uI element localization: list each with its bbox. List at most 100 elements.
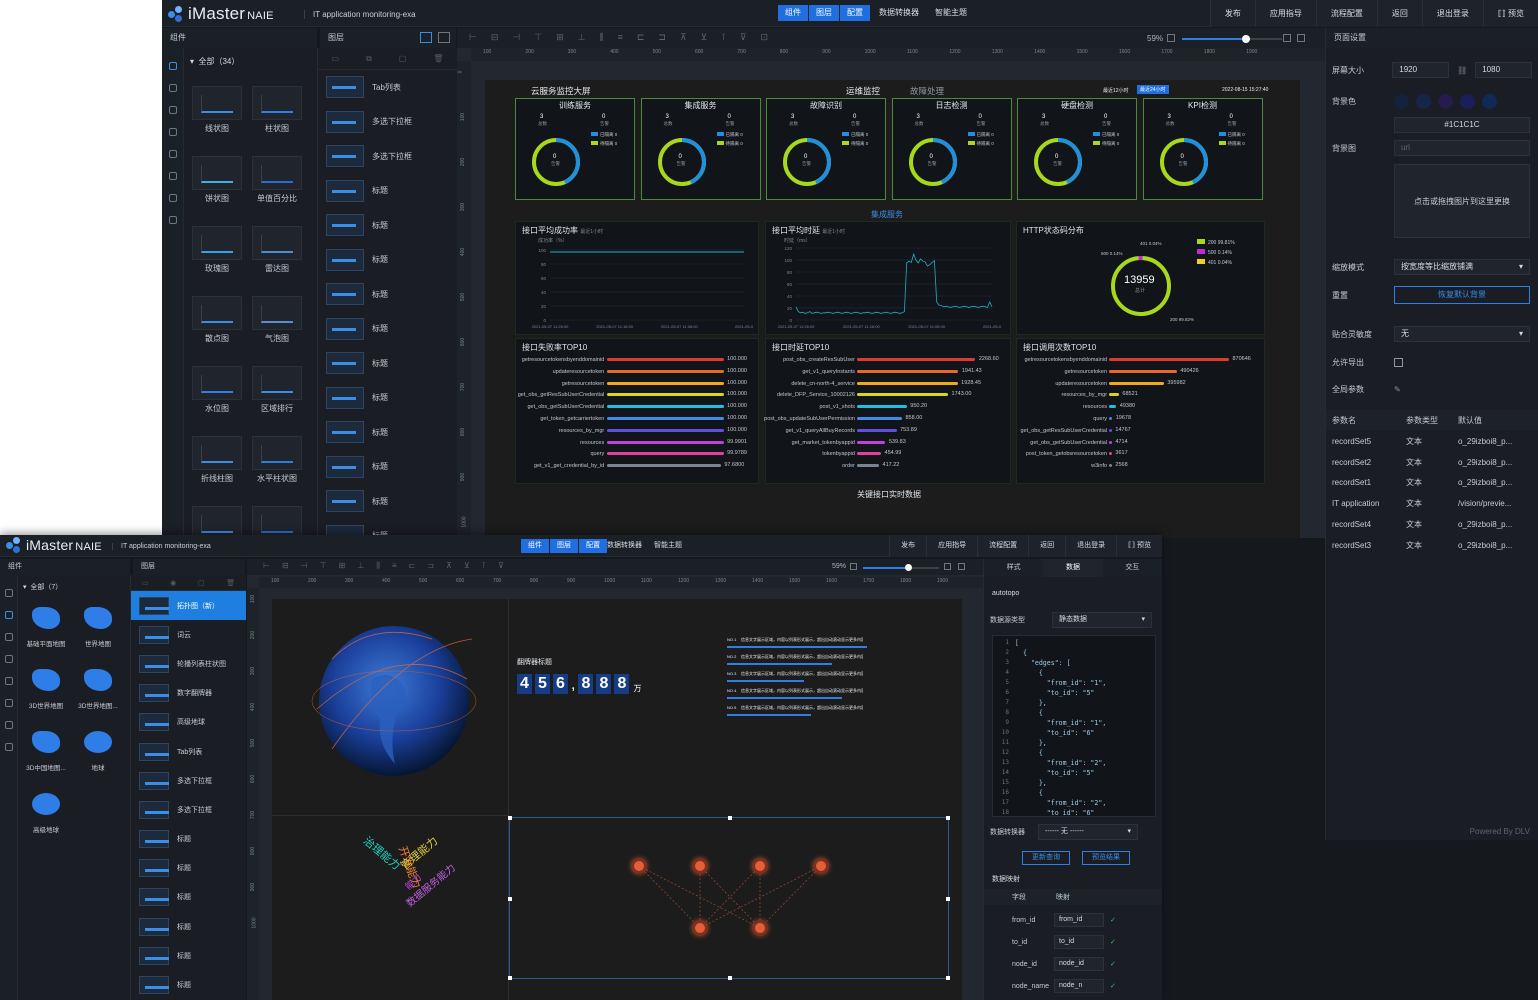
range-24h[interactable]: 最近24小时: [1137, 85, 1169, 94]
lock-icon[interactable]: ▢: [198, 579, 205, 587]
distribute-v-icon[interactable]: ≡: [392, 561, 397, 571]
all-components-toggle[interactable]: ▾ 全部（7）: [23, 582, 62, 592]
height-input[interactable]: 1080: [1475, 62, 1532, 78]
layer-item[interactable]: 标题: [318, 174, 457, 209]
align-bottom-icon[interactable]: ⊥: [578, 32, 586, 43]
mapping-select[interactable]: from_id: [1054, 913, 1104, 927]
component-item[interactable]: 区域排行: [247, 362, 307, 424]
reset-bg-button[interactable]: 恢复默认背景: [1394, 286, 1530, 304]
network-category-icon[interactable]: [4, 677, 13, 685]
zoom-in-icon[interactable]: [944, 563, 951, 570]
converter-select[interactable]: ------ 无 ------ ▾: [1038, 824, 1138, 840]
distribute-h-icon[interactable]: ⫼: [599, 32, 603, 43]
layer-item[interactable]: 标题: [318, 277, 457, 312]
interaction-category-icon[interactable]: [4, 721, 13, 729]
scale-select[interactable]: 按宽度等比缩放铺满 ▾: [1394, 259, 1530, 275]
resize-handle[interactable]: [946, 976, 950, 980]
layer-item[interactable]: Tab列表: [131, 737, 246, 766]
bg-color-input[interactable]: #1C1C1C: [1394, 117, 1530, 133]
component-item[interactable]: 3D世界地图: [20, 661, 72, 719]
spacing-h-icon[interactable]: ⊏: [637, 32, 645, 43]
publish-button[interactable]: 发布: [1209, 0, 1255, 27]
mapping-select[interactable]: to_id: [1054, 935, 1104, 949]
lock-icon[interactable]: ▢: [399, 54, 407, 63]
list-category-icon[interactable]: [168, 216, 177, 224]
service-card[interactable]: KPI检测 3 总数 0 告警 0 告警 已隔离 0 待隔离 0: [1142, 98, 1263, 200]
word-cloud[interactable]: 治理能力 开发能力 管理能力 能力 数据服务能力: [272, 817, 509, 1000]
preview-button[interactable]: ⟦⟧ 预览: [1116, 535, 1162, 557]
component-item[interactable]: 线状图: [187, 82, 247, 144]
layer-item[interactable]: 标题: [318, 381, 457, 416]
layer-item[interactable]: 多选下拉框: [131, 766, 246, 795]
topo-node[interactable]: [693, 921, 707, 935]
layer-item[interactable]: 标题: [318, 484, 457, 519]
mode-tab-components[interactable]: 组件: [778, 5, 808, 21]
component-item[interactable]: 基础平面地图: [20, 599, 72, 657]
zoom-slider[interactable]: [1182, 35, 1282, 43]
component-item[interactable]: 水位图: [187, 362, 247, 424]
component-item[interactable]: 柱状图: [247, 82, 307, 144]
layer-item[interactable]: 标题: [318, 312, 457, 347]
param-row[interactable]: recordSet1 文本 o_29izboi8_p...: [1326, 473, 1538, 494]
to-top-icon[interactable]: ⊺: [482, 561, 486, 571]
zoom-in-icon[interactable]: [1283, 34, 1291, 42]
back-button[interactable]: 返回: [1376, 0, 1422, 27]
fault-tab[interactable]: 故障处理: [910, 85, 944, 97]
to-top-icon[interactable]: ⊺: [721, 32, 726, 43]
resize-handle[interactable]: [508, 976, 512, 980]
layer-item[interactable]: 标题: [318, 208, 457, 243]
delete-icon[interactable]: 🗑: [433, 54, 443, 63]
layer-item[interactable]: 标题: [131, 912, 246, 941]
other-category-icon[interactable]: [168, 172, 177, 180]
move-up-icon[interactable]: ⊼: [446, 561, 452, 571]
globe-component[interactable]: [272, 599, 509, 816]
align-middle-icon[interactable]: ⊞: [556, 32, 564, 43]
layer-item[interactable]: 标题: [131, 825, 246, 854]
layer-item[interactable]: Tab列表: [318, 70, 457, 105]
color-swatches[interactable]: [1394, 93, 1497, 109]
dashboard-page[interactable]: 云服务监控大屏 运维监控 故障处理 最近12小时 最近24小时 2022-08-…: [485, 80, 1300, 538]
range-12h[interactable]: 最近12小时: [1103, 87, 1129, 94]
resize-handle[interactable]: [946, 816, 950, 820]
ds-type-select[interactable]: 静态数据 ▾: [1052, 612, 1152, 628]
layer-item[interactable]: 高级地球: [131, 708, 246, 737]
component-item[interactable]: 3D中国地图...: [20, 723, 72, 781]
digital-flipper[interactable]: 456,888万: [517, 674, 641, 694]
mapping-select[interactable]: node_n: [1054, 979, 1104, 993]
flow-config-button[interactable]: 流程配置: [977, 535, 1028, 557]
param-row[interactable]: recordSet4 文本 o_29izboi8_p...: [1326, 514, 1538, 535]
layer-item[interactable]: 多选下拉框: [318, 105, 457, 140]
layer-item[interactable]: 多选下拉框: [131, 795, 246, 824]
design-page[interactable]: 翻牌器标题 456,888万 NO.1 信息文字展示区域，内容以列表形式展示，超出…: [272, 599, 962, 1000]
layer-item[interactable]: 拓扑图（新）: [131, 591, 246, 621]
component-item[interactable]: 高级地球: [20, 785, 72, 843]
topo-node[interactable]: [693, 859, 707, 873]
copy-icon[interactable]: ⧉: [366, 54, 372, 64]
to-bottom-icon[interactable]: ⊽: [740, 32, 747, 43]
layer-item[interactable]: 多选下拉框: [318, 139, 457, 174]
fit-screen-icon[interactable]: [1297, 34, 1305, 42]
network-category-icon[interactable]: [168, 150, 177, 158]
topo-node[interactable]: [753, 859, 767, 873]
preview-button[interactable]: ⟦⟧ 预览: [1482, 0, 1538, 27]
service-card[interactable]: 故障识别 3 总数 0 告警 0 告警 已隔离 0 待隔离 0: [766, 98, 886, 200]
resize-handle[interactable]: [508, 816, 512, 820]
map-category-icon[interactable]: [168, 84, 177, 92]
logout-button[interactable]: 退出登录: [1065, 535, 1116, 557]
topo-node[interactable]: [632, 859, 646, 873]
resize-handle[interactable]: [728, 816, 732, 820]
json-editor[interactable]: 1 2 3 4 5 6 7 8 9 10 11 12 13 14 15 16 17 18 [ { "edges":…: [992, 635, 1156, 817]
service-card[interactable]: 集成服务 3 总数 0 告警 0 告警 已隔离 0 待隔离 0: [640, 98, 761, 200]
group-icon[interactable]: ⊡: [760, 32, 768, 43]
component-item[interactable]: 折线柱图: [187, 432, 247, 494]
layer-item[interactable]: 轮播列表柱状图: [131, 649, 246, 678]
folder-icon[interactable]: ▭: [142, 579, 149, 587]
map-category-icon[interactable]: [4, 611, 13, 619]
component-item[interactable]: 饼状图: [187, 152, 247, 214]
resize-handle[interactable]: [508, 897, 512, 901]
param-row[interactable]: recordSet5 文本 o_29izboi8_p...: [1326, 431, 1538, 452]
tab-style[interactable]: 样式: [984, 559, 1043, 577]
align-center-icon[interactable]: ⊟: [282, 561, 289, 571]
zoom-slider[interactable]: [863, 564, 939, 571]
mapping-select[interactable]: node_id: [1054, 957, 1104, 971]
